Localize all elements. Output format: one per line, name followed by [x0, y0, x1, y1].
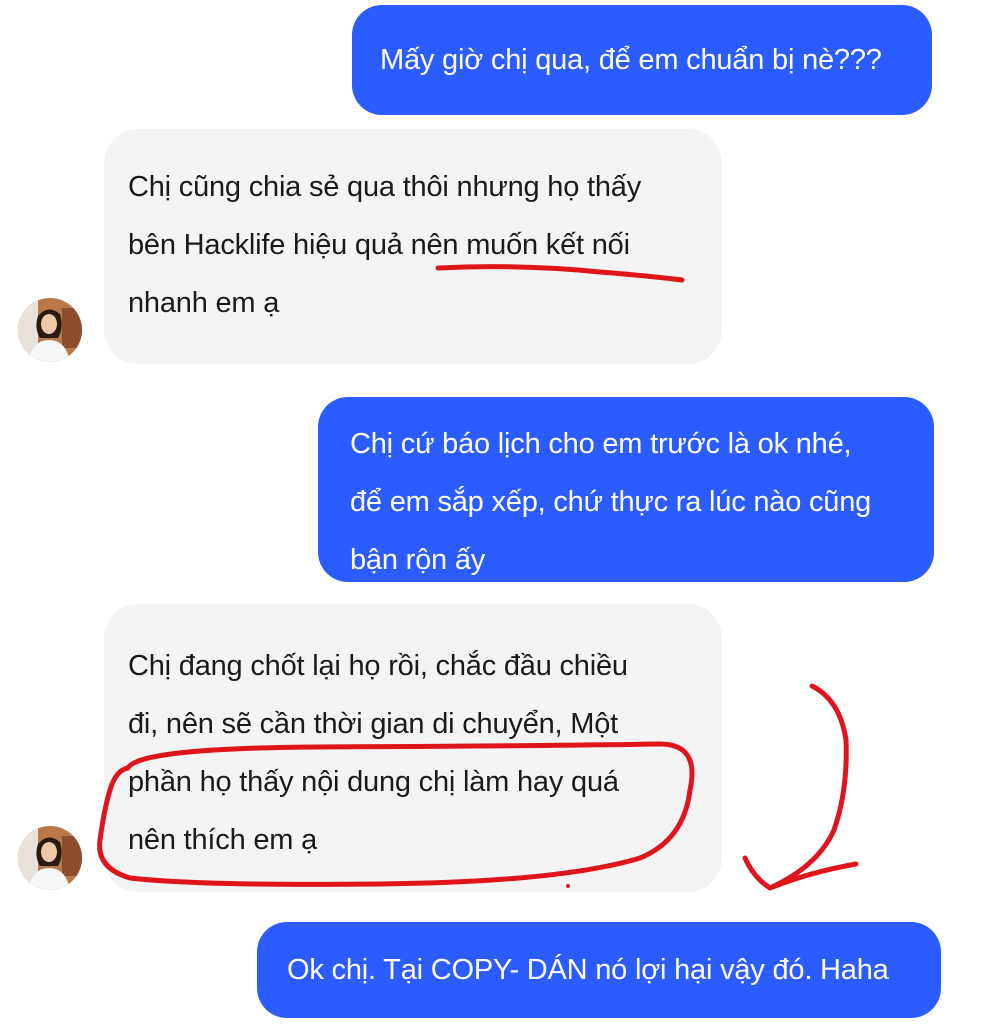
message-text-line: nhanh em ạ — [128, 287, 280, 319]
arrow-down-left-icon — [742, 683, 859, 891]
message-text-line: đi, nên sẽ cần thời gian di chuyển, Một — [128, 708, 619, 740]
message-bubble-sent[interactable]: Chị cứ báo lịch cho em trước là ok nhé, … — [318, 397, 934, 582]
contact-avatar[interactable] — [18, 298, 82, 362]
avatar-photo — [18, 826, 82, 890]
message-text-line: Ok chị. Tại COPY- DÁN nó lợi hại vậy đó.… — [287, 954, 889, 986]
message-text-line: để em sắp xếp, chứ thực ra lúc nào cũng — [350, 486, 872, 518]
message-text-line: nên thích em ạ — [128, 824, 318, 856]
message-text-line: Chị cũng chia sẻ qua thôi nhưng họ thấy — [128, 171, 642, 203]
message-text-line: Chị cứ báo lịch cho em trước là ok nhé, — [350, 428, 852, 460]
message-bubble-sent[interactable]: Mấy giờ chị qua, để em chuẩn bị nè??? — [352, 5, 932, 115]
message-bubble-sent[interactable]: Ok chị. Tại COPY- DÁN nó lợi hại vậy đó.… — [257, 922, 941, 1018]
contact-avatar[interactable] — [18, 826, 82, 890]
message-text-line: bên Hacklife hiệu quả nên muốn kết nối — [128, 229, 630, 261]
message-bubble-received[interactable]: Chị đang chốt lại họ rồi, chắc đầu chiều… — [104, 604, 722, 892]
message-text-line: bận rộn ấy — [350, 544, 486, 576]
message-text-line: Chị đang chốt lại họ rồi, chắc đầu chiều — [128, 650, 628, 682]
avatar-photo — [18, 298, 82, 362]
message-bubble-received[interactable]: Chị cũng chia sẻ qua thôi nhưng họ thấy … — [104, 129, 722, 364]
message-text-line: phần họ thấy nội dung chị làm hay quá — [128, 766, 619, 798]
message-text-line: Mấy giờ chị qua, để em chuẩn bị nè??? — [380, 44, 882, 76]
